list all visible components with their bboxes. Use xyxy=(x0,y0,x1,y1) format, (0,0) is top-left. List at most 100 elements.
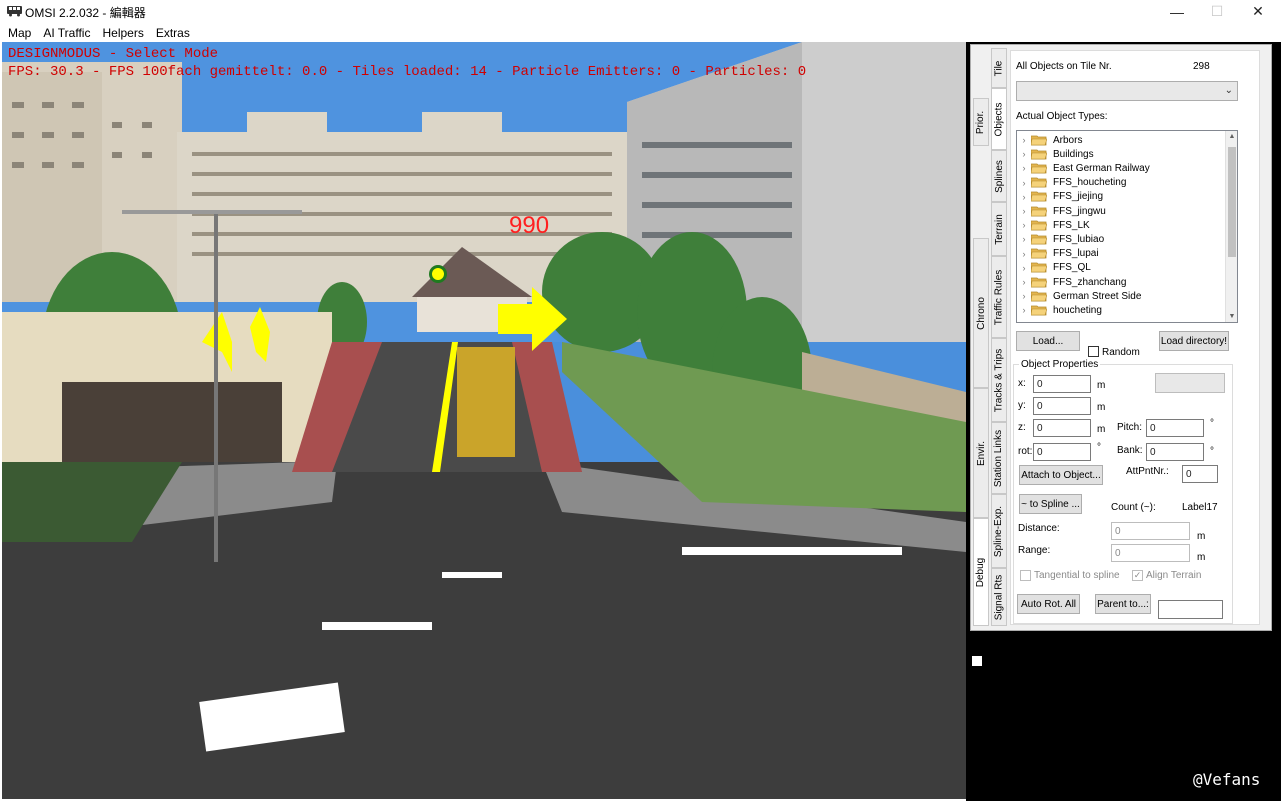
tab-objects[interactable]: Objects xyxy=(991,88,1007,150)
x-input[interactable]: 0 xyxy=(1033,375,1091,393)
menu-extras[interactable]: Extras xyxy=(150,26,196,40)
tab-signal-rts[interactable]: Signal Rts xyxy=(991,568,1007,626)
folder-icon xyxy=(1031,135,1047,145)
tab-terrain[interactable]: Terrain xyxy=(991,202,1007,256)
menu-helpers[interactable]: Helpers xyxy=(96,26,149,40)
maximize-button[interactable]: ☐ xyxy=(1197,0,1237,23)
chevron-right-icon[interactable]: › xyxy=(1017,277,1031,287)
distance-label: Distance: xyxy=(1018,523,1060,534)
bank-unit: ° xyxy=(1210,446,1214,457)
object-name-field xyxy=(1155,373,1225,393)
scrollbar-thumb[interactable] xyxy=(1228,147,1236,257)
range-input[interactable]: 0 xyxy=(1111,544,1190,562)
to-spline-button[interactable]: ~ to Spline ... xyxy=(1019,494,1082,514)
load-button[interactable]: Load... xyxy=(1016,331,1080,351)
chevron-right-icon[interactable]: › xyxy=(1017,263,1031,273)
tree-item[interactable]: › East German Railway xyxy=(1017,161,1150,175)
chevron-right-icon[interactable]: › xyxy=(1017,234,1031,244)
close-button[interactable]: ✕ xyxy=(1238,0,1278,23)
tab-chrono[interactable]: Chrono xyxy=(973,238,989,388)
pitch-input[interactable]: 0 xyxy=(1146,419,1204,437)
count-label: Count (~): xyxy=(1111,502,1156,513)
window-title: OMSI 2.2.032 - 編輯器 xyxy=(25,6,146,20)
parent-input[interactable] xyxy=(1158,600,1223,619)
object-types-label: Actual Object Types: xyxy=(1016,111,1108,122)
z-input[interactable]: 0 xyxy=(1033,419,1091,437)
menu-ai-traffic[interactable]: AI Traffic xyxy=(37,26,96,40)
chevron-right-icon[interactable]: › xyxy=(1017,249,1031,259)
menu-bar: Map AI Traffic Helpers Extras xyxy=(0,23,1281,42)
distance-input[interactable]: 0 xyxy=(1111,522,1190,540)
rot-input[interactable]: 0 xyxy=(1033,443,1091,461)
chevron-right-icon[interactable]: › xyxy=(1017,163,1031,173)
scroll-up-icon[interactable]: ▲ xyxy=(1226,133,1237,140)
map-3d-viewport[interactable]: DESIGNMODUS - Select Mode FPS: 30.3 - FP… xyxy=(2,42,966,799)
tree-item-label: East German Railway xyxy=(1053,162,1150,174)
tree-item-label: FFS_jiejing xyxy=(1053,191,1104,203)
chevron-right-icon[interactable]: › xyxy=(1017,149,1031,159)
tree-item[interactable]: › FFS_jingwu xyxy=(1017,204,1106,218)
bank-input[interactable]: 0 xyxy=(1146,443,1204,461)
tree-item-label: FFS_zhanchang xyxy=(1053,276,1127,288)
chevron-right-icon[interactable]: › xyxy=(1017,178,1031,188)
range-unit: m xyxy=(1197,552,1206,563)
tree-item[interactable]: › FFS_LK xyxy=(1017,218,1090,232)
tree-item[interactable]: › FFS_jiejing xyxy=(1017,190,1104,204)
all-objects-label: All Objects on Tile Nr. xyxy=(1016,61,1112,72)
tree-item[interactable]: › FFS_zhanchang xyxy=(1017,275,1127,289)
tree-item-label: FFS_QL xyxy=(1053,262,1091,274)
tab-station-links[interactable]: Station Links xyxy=(991,422,1007,494)
tree-item[interactable]: › houcheting xyxy=(1017,303,1102,317)
chevron-right-icon[interactable]: › xyxy=(1017,135,1031,145)
chevron-right-icon[interactable]: › xyxy=(1017,192,1031,202)
tangential-label: Tangential to spline xyxy=(1034,570,1120,581)
attpnt-input[interactable]: 0 xyxy=(1182,465,1218,483)
tangential-checkbox[interactable] xyxy=(1020,570,1031,581)
tree-item[interactable]: › FFS_houcheting xyxy=(1017,176,1127,190)
pitch-label: Pitch: xyxy=(1117,422,1143,433)
tab-splines[interactable]: Splines xyxy=(991,150,1007,202)
chevron-right-icon[interactable]: › xyxy=(1017,206,1031,216)
folder-icon xyxy=(1031,206,1047,216)
folder-icon xyxy=(1031,248,1047,259)
x-unit: m xyxy=(1097,380,1106,391)
align-terrain-checkbox[interactable]: ✓ xyxy=(1132,570,1143,581)
scroll-down-icon[interactable]: ▼ xyxy=(1226,313,1237,320)
folder-icon xyxy=(1031,163,1047,174)
tree-item[interactable]: › FFS_lupai xyxy=(1017,247,1099,261)
tab-tile[interactable]: Tile xyxy=(991,48,1007,88)
tile-object-dropdown[interactable]: ⌄ xyxy=(1016,81,1238,101)
load-directory-button[interactable]: Load directory! xyxy=(1159,331,1229,351)
random-checkbox[interactable] xyxy=(1088,346,1099,357)
tab-tracks-trips[interactable]: Tracks & Trips xyxy=(991,338,1007,422)
align-terrain-label: Align Terrain xyxy=(1146,570,1202,581)
pitch-unit: ° xyxy=(1210,418,1214,429)
z-label: z: xyxy=(1018,422,1026,433)
auto-rot-all-button[interactable]: Auto Rot. All xyxy=(1017,594,1080,614)
minimize-button[interactable]: — xyxy=(1157,0,1197,23)
tree-item[interactable]: › Arbors xyxy=(1017,133,1083,147)
chevron-right-icon[interactable]: › xyxy=(1017,220,1031,230)
tree-item[interactable]: › Buildings xyxy=(1017,147,1094,161)
chevron-right-icon[interactable]: › xyxy=(1017,291,1031,301)
chevron-right-icon[interactable]: › xyxy=(1017,305,1031,315)
tree-item[interactable]: › FFS_lubiao xyxy=(1017,232,1105,246)
tree-item-label: FFS_lubiao xyxy=(1053,233,1105,245)
tab-traffic-rules[interactable]: Traffic Rules xyxy=(991,256,1007,338)
y-input[interactable]: 0 xyxy=(1033,397,1091,415)
parent-to-button[interactable]: Parent to...: xyxy=(1095,594,1151,614)
tab-debug[interactable]: Debug xyxy=(973,518,989,626)
tab-envir[interactable]: Envir. xyxy=(973,388,989,518)
tab-spline-exp[interactable]: Spline-Exp. xyxy=(991,494,1007,568)
folder-icon xyxy=(1031,191,1047,202)
tree-item[interactable]: › German Street Side xyxy=(1017,289,1142,303)
tree-item[interactable]: › FFS_QL xyxy=(1017,261,1091,275)
title-bar: OMSI 2.2.032 - 編輯器 — ☐ ✕ xyxy=(0,0,1281,23)
fps-stats-label: FPS: 30.3 - FPS 100fach gemittelt: 0.0 -… xyxy=(8,64,807,80)
tab-prior[interactable]: Prior. xyxy=(973,98,989,146)
menu-map[interactable]: Map xyxy=(2,26,37,40)
tree-scrollbar[interactable]: ▲ ▼ xyxy=(1225,131,1237,322)
object-types-tree[interactable]: › Arbors › Buildings › East German Railway › FF… xyxy=(1016,130,1238,323)
attach-to-object-button[interactable]: Attach to Object... xyxy=(1019,465,1103,485)
folder-icon xyxy=(1031,220,1047,231)
